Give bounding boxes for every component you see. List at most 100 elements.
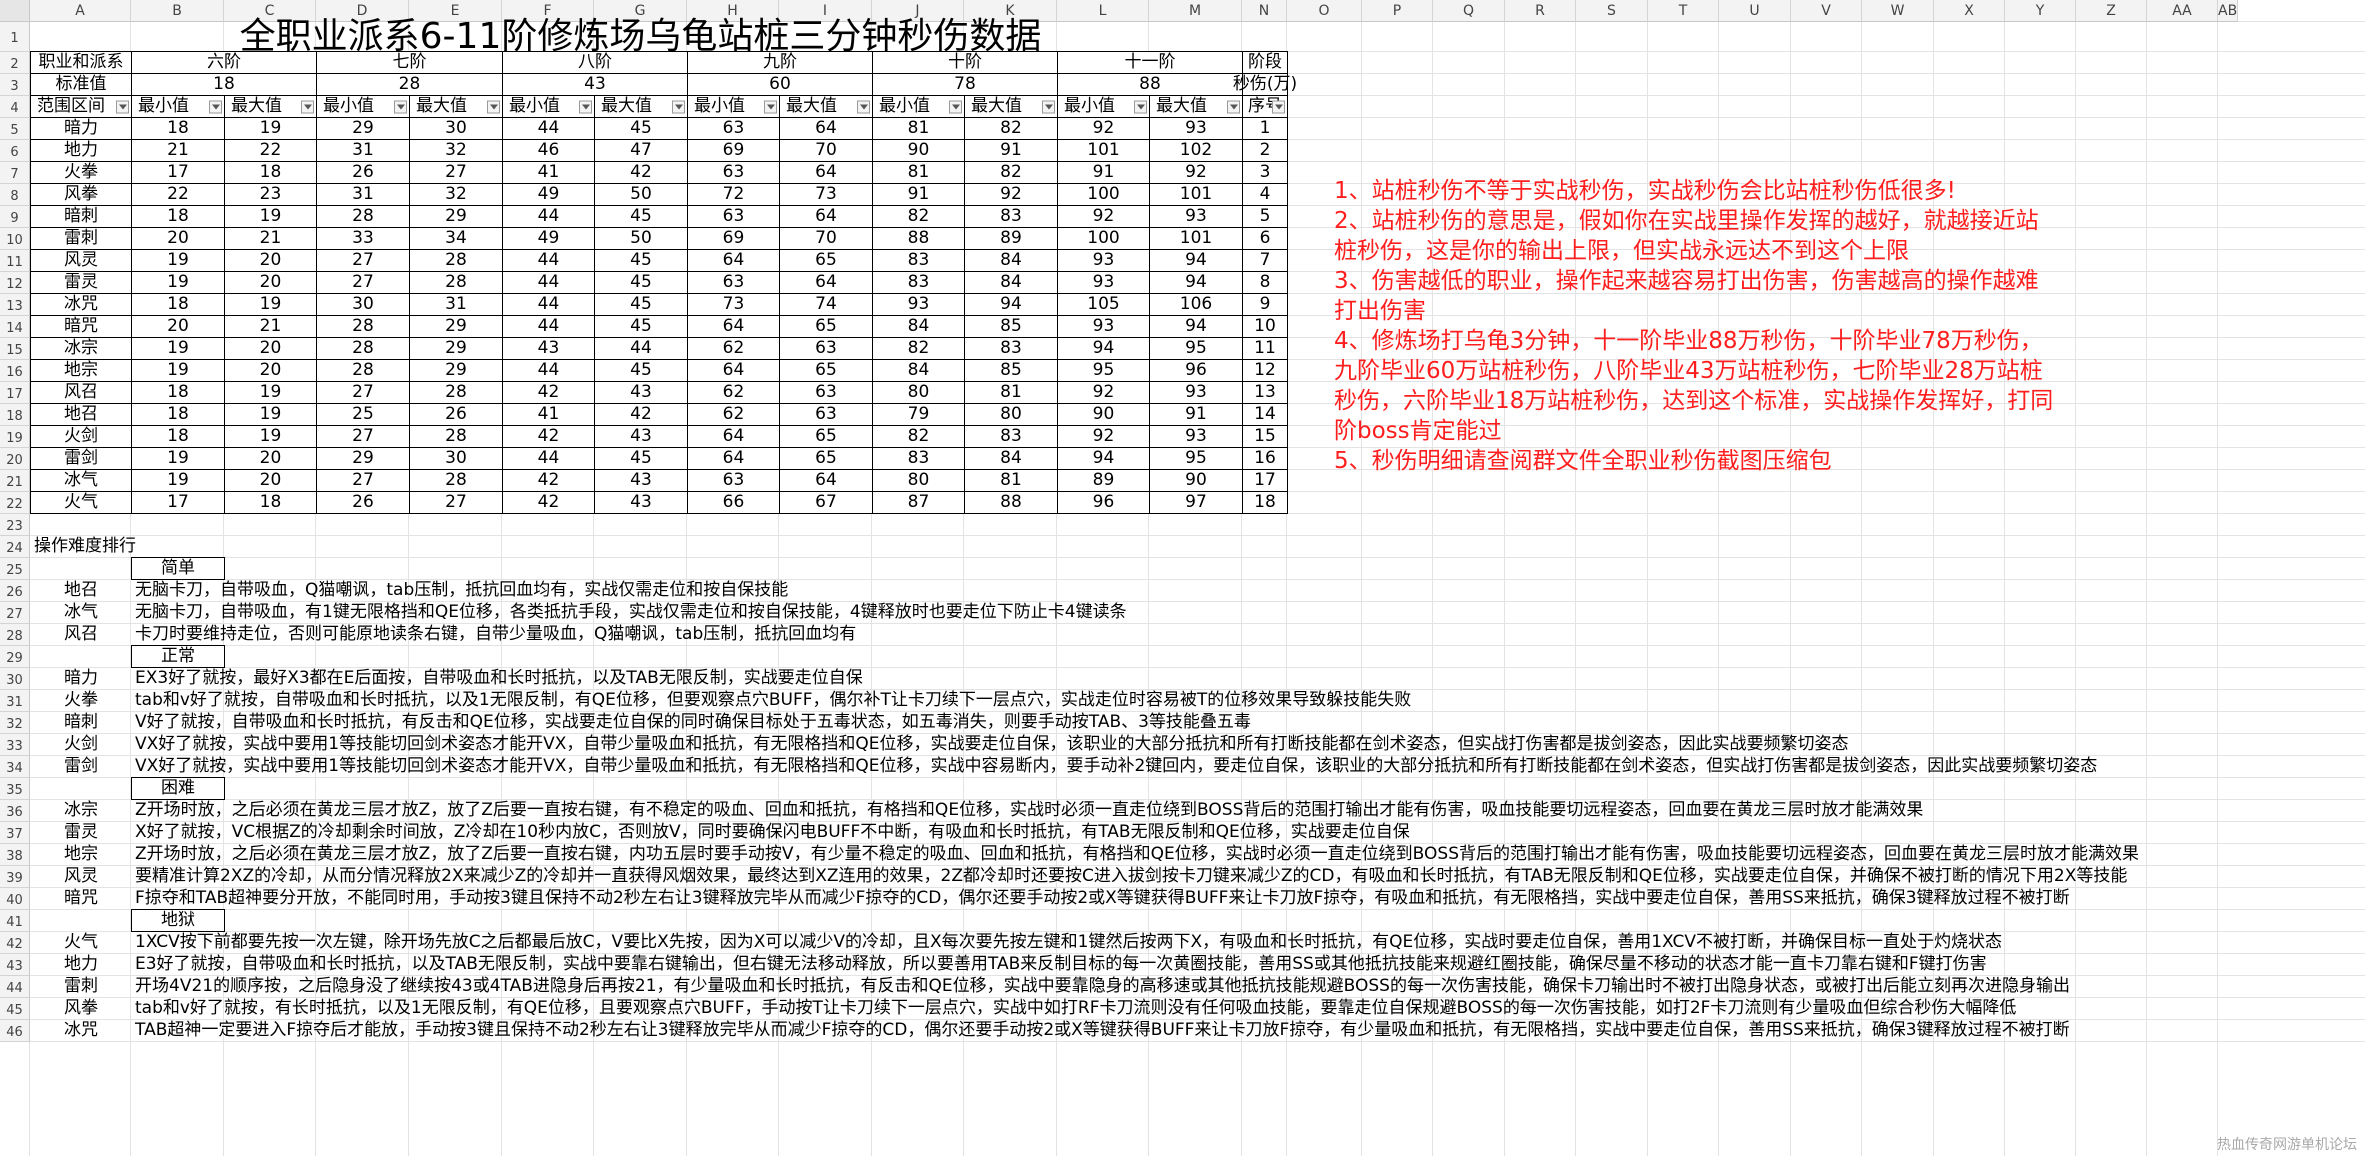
row-header[interactable]: 35 — [0, 778, 30, 800]
dps-value-text: 88 — [907, 228, 930, 248]
column-header[interactable]: V — [1791, 0, 1862, 22]
dps-value-text: 42 — [630, 404, 652, 424]
max-filter-header[interactable]: 最大值 — [409, 95, 503, 118]
row-header[interactable]: 27 — [0, 602, 30, 624]
dps-value: 31 — [316, 183, 410, 206]
filter-dropdown-icon[interactable] — [1042, 100, 1055, 113]
filter-dropdown-icon[interactable] — [1134, 100, 1147, 113]
row-header[interactable]: 12 — [0, 272, 30, 294]
filter-dropdown-icon[interactable] — [1272, 100, 1285, 113]
row-header[interactable]: 43 — [0, 954, 30, 976]
column-header[interactable]: T — [1648, 0, 1719, 22]
filter-dropdown-icon[interactable] — [301, 100, 314, 113]
select-all-corner[interactable] — [0, 0, 30, 22]
row-header[interactable]: 26 — [0, 580, 30, 602]
row-header[interactable]: 29 — [0, 646, 30, 668]
column-header[interactable]: Q — [1433, 0, 1505, 22]
min-filter-header[interactable]: 最小值 — [502, 95, 595, 118]
row-header[interactable]: 22 — [0, 492, 30, 514]
row-header[interactable]: 3 — [0, 74, 30, 96]
row-header[interactable]: 7 — [0, 162, 30, 184]
row-header[interactable]: 23 — [0, 514, 30, 536]
filter-dropdown-icon[interactable] — [764, 100, 777, 113]
max-filter-header[interactable]: 最大值 — [1149, 95, 1243, 118]
min-filter-header[interactable]: 最小值 — [1057, 95, 1150, 118]
row-header[interactable]: 36 — [0, 800, 30, 822]
filter-dropdown-icon[interactable] — [1227, 100, 1240, 113]
row-header[interactable]: 38 — [0, 844, 30, 866]
column-header[interactable]: N — [1242, 0, 1287, 22]
row-header[interactable]: 8 — [0, 184, 30, 206]
row-header[interactable]: 5 — [0, 118, 30, 140]
row-header[interactable]: 45 — [0, 998, 30, 1020]
column-header[interactable]: L — [1057, 0, 1149, 22]
row-header[interactable]: 2 — [0, 52, 30, 74]
row-header[interactable]: 4 — [0, 96, 30, 118]
row-header[interactable]: 21 — [0, 470, 30, 492]
row-header[interactable]: 6 — [0, 140, 30, 162]
row-header[interactable]: 11 — [0, 250, 30, 272]
row-header[interactable]: 25 — [0, 558, 30, 580]
filter-dropdown-icon[interactable] — [487, 100, 500, 113]
row-header[interactable]: 15 — [0, 338, 30, 360]
min-filter-header[interactable]: 最小值 — [131, 95, 225, 118]
column-header[interactable]: U — [1719, 0, 1791, 22]
row-header[interactable]: 41 — [0, 910, 30, 932]
filter-dropdown-icon[interactable] — [857, 100, 870, 113]
row-header[interactable]: 34 — [0, 756, 30, 778]
row-header[interactable]: 13 — [0, 294, 30, 316]
min-filter-header[interactable]: 最小值 — [687, 95, 780, 118]
profession-name: 暗刺 — [30, 205, 132, 228]
row-header[interactable]: 10 — [0, 228, 30, 250]
row-header[interactable]: 32 — [0, 712, 30, 734]
row-header[interactable]: 31 — [0, 690, 30, 712]
row-header[interactable]: 30 — [0, 668, 30, 690]
range-filter-header[interactable]: 范围区间 — [30, 95, 132, 118]
row-header[interactable]: 33 — [0, 734, 30, 756]
dps-value: 29 — [316, 447, 410, 470]
row-header[interactable]: 37 — [0, 822, 30, 844]
filter-dropdown-icon[interactable] — [116, 100, 129, 113]
column-header[interactable]: Y — [2005, 0, 2076, 22]
row-header[interactable]: 17 — [0, 382, 30, 404]
row-header[interactable]: 9 — [0, 206, 30, 228]
column-header[interactable]: Z — [2076, 0, 2147, 22]
filter-dropdown-icon[interactable] — [394, 100, 407, 113]
column-header[interactable]: AA — [2147, 0, 2218, 22]
row-header[interactable]: 24 — [0, 536, 30, 558]
column-header[interactable]: R — [1505, 0, 1576, 22]
min-filter-header[interactable]: 最小值 — [872, 95, 965, 118]
filter-dropdown-icon[interactable] — [209, 100, 222, 113]
seq-filter-header[interactable]: 序号 — [1242, 95, 1288, 118]
row-header[interactable]: 42 — [0, 932, 30, 954]
column-header[interactable]: A — [30, 0, 131, 22]
column-header[interactable]: P — [1362, 0, 1433, 22]
max-filter-header[interactable]: 最大值 — [594, 95, 688, 118]
row-header[interactable]: 28 — [0, 624, 30, 646]
row-header[interactable]: 39 — [0, 866, 30, 888]
row-header[interactable]: 16 — [0, 360, 30, 382]
row-header[interactable]: 18 — [0, 404, 30, 426]
row-header[interactable]: 40 — [0, 888, 30, 910]
column-header[interactable]: S — [1576, 0, 1648, 22]
row-header[interactable]: 19 — [0, 426, 30, 448]
row-header[interactable]: 1 — [0, 22, 30, 52]
row-header[interactable]: 44 — [0, 976, 30, 998]
column-header[interactable]: O — [1287, 0, 1362, 22]
filter-dropdown-icon[interactable] — [672, 100, 685, 113]
max-filter-header[interactable]: 最大值 — [964, 95, 1058, 118]
column-header[interactable]: M — [1149, 0, 1242, 22]
max-filter-header[interactable]: 最大值 — [779, 95, 873, 118]
min-filter-header[interactable]: 最小值 — [316, 95, 410, 118]
column-header[interactable]: AB — [2218, 0, 2239, 22]
row-header[interactable]: 14 — [0, 316, 30, 338]
difficulty-description-text: EX3好了就按，最好X3都在E后面按，自带吸血和长时抵抗，以及TAB无限反制，实… — [135, 668, 863, 688]
row-header[interactable]: 20 — [0, 448, 30, 470]
column-header[interactable]: B — [131, 0, 224, 22]
column-header[interactable]: W — [1862, 0, 1934, 22]
row-header[interactable]: 46 — [0, 1020, 30, 1042]
filter-dropdown-icon[interactable] — [579, 100, 592, 113]
max-filter-header[interactable]: 最大值 — [224, 95, 317, 118]
column-header[interactable]: X — [1934, 0, 2005, 22]
filter-dropdown-icon[interactable] — [949, 100, 962, 113]
